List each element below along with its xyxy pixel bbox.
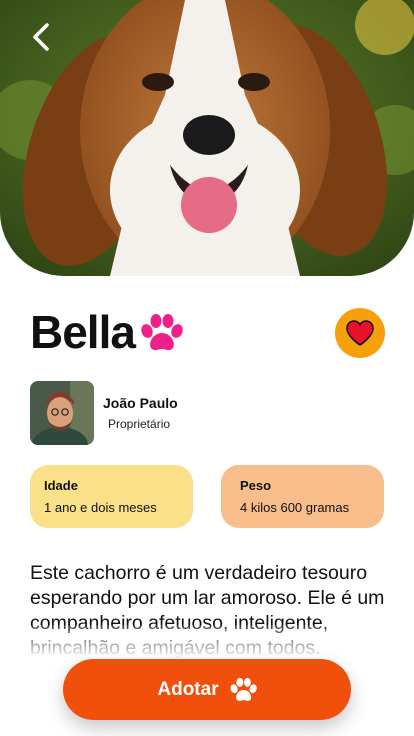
heart-icon bbox=[346, 320, 374, 346]
adopt-label: Adotar bbox=[157, 678, 219, 700]
paw-icon bbox=[230, 677, 257, 701]
weight-label: Peso bbox=[240, 478, 272, 493]
age-value: 1 ano e dois meses bbox=[44, 500, 157, 515]
adopt-button[interactable]: Adotar bbox=[63, 659, 351, 720]
age-card: Idade 1 ano e dois meses bbox=[30, 465, 193, 528]
description-container[interactable]: Este cachorro é um verdadeiro tesouro es… bbox=[30, 561, 386, 671]
dog-photo-illustration bbox=[0, 0, 414, 276]
owner-photo bbox=[30, 381, 94, 445]
age-label: Idade bbox=[44, 478, 78, 493]
weight-card: Peso 4 kilos 600 gramas bbox=[221, 465, 384, 528]
owner-info: João Paulo Proprietário bbox=[30, 381, 178, 445]
pet-photo bbox=[0, 0, 414, 276]
pet-name: Bella bbox=[30, 306, 136, 358]
paw-icon bbox=[141, 314, 183, 351]
back-button[interactable] bbox=[24, 20, 58, 54]
weight-value: 4 kilos 600 gramas bbox=[240, 500, 350, 515]
title-row: Bella bbox=[30, 306, 183, 358]
chevron-left-icon bbox=[33, 23, 49, 51]
avatar bbox=[30, 381, 94, 445]
favorite-button[interactable] bbox=[335, 308, 385, 358]
owner-role: Proprietário bbox=[108, 417, 171, 431]
owner-name: João Paulo bbox=[103, 395, 178, 411]
